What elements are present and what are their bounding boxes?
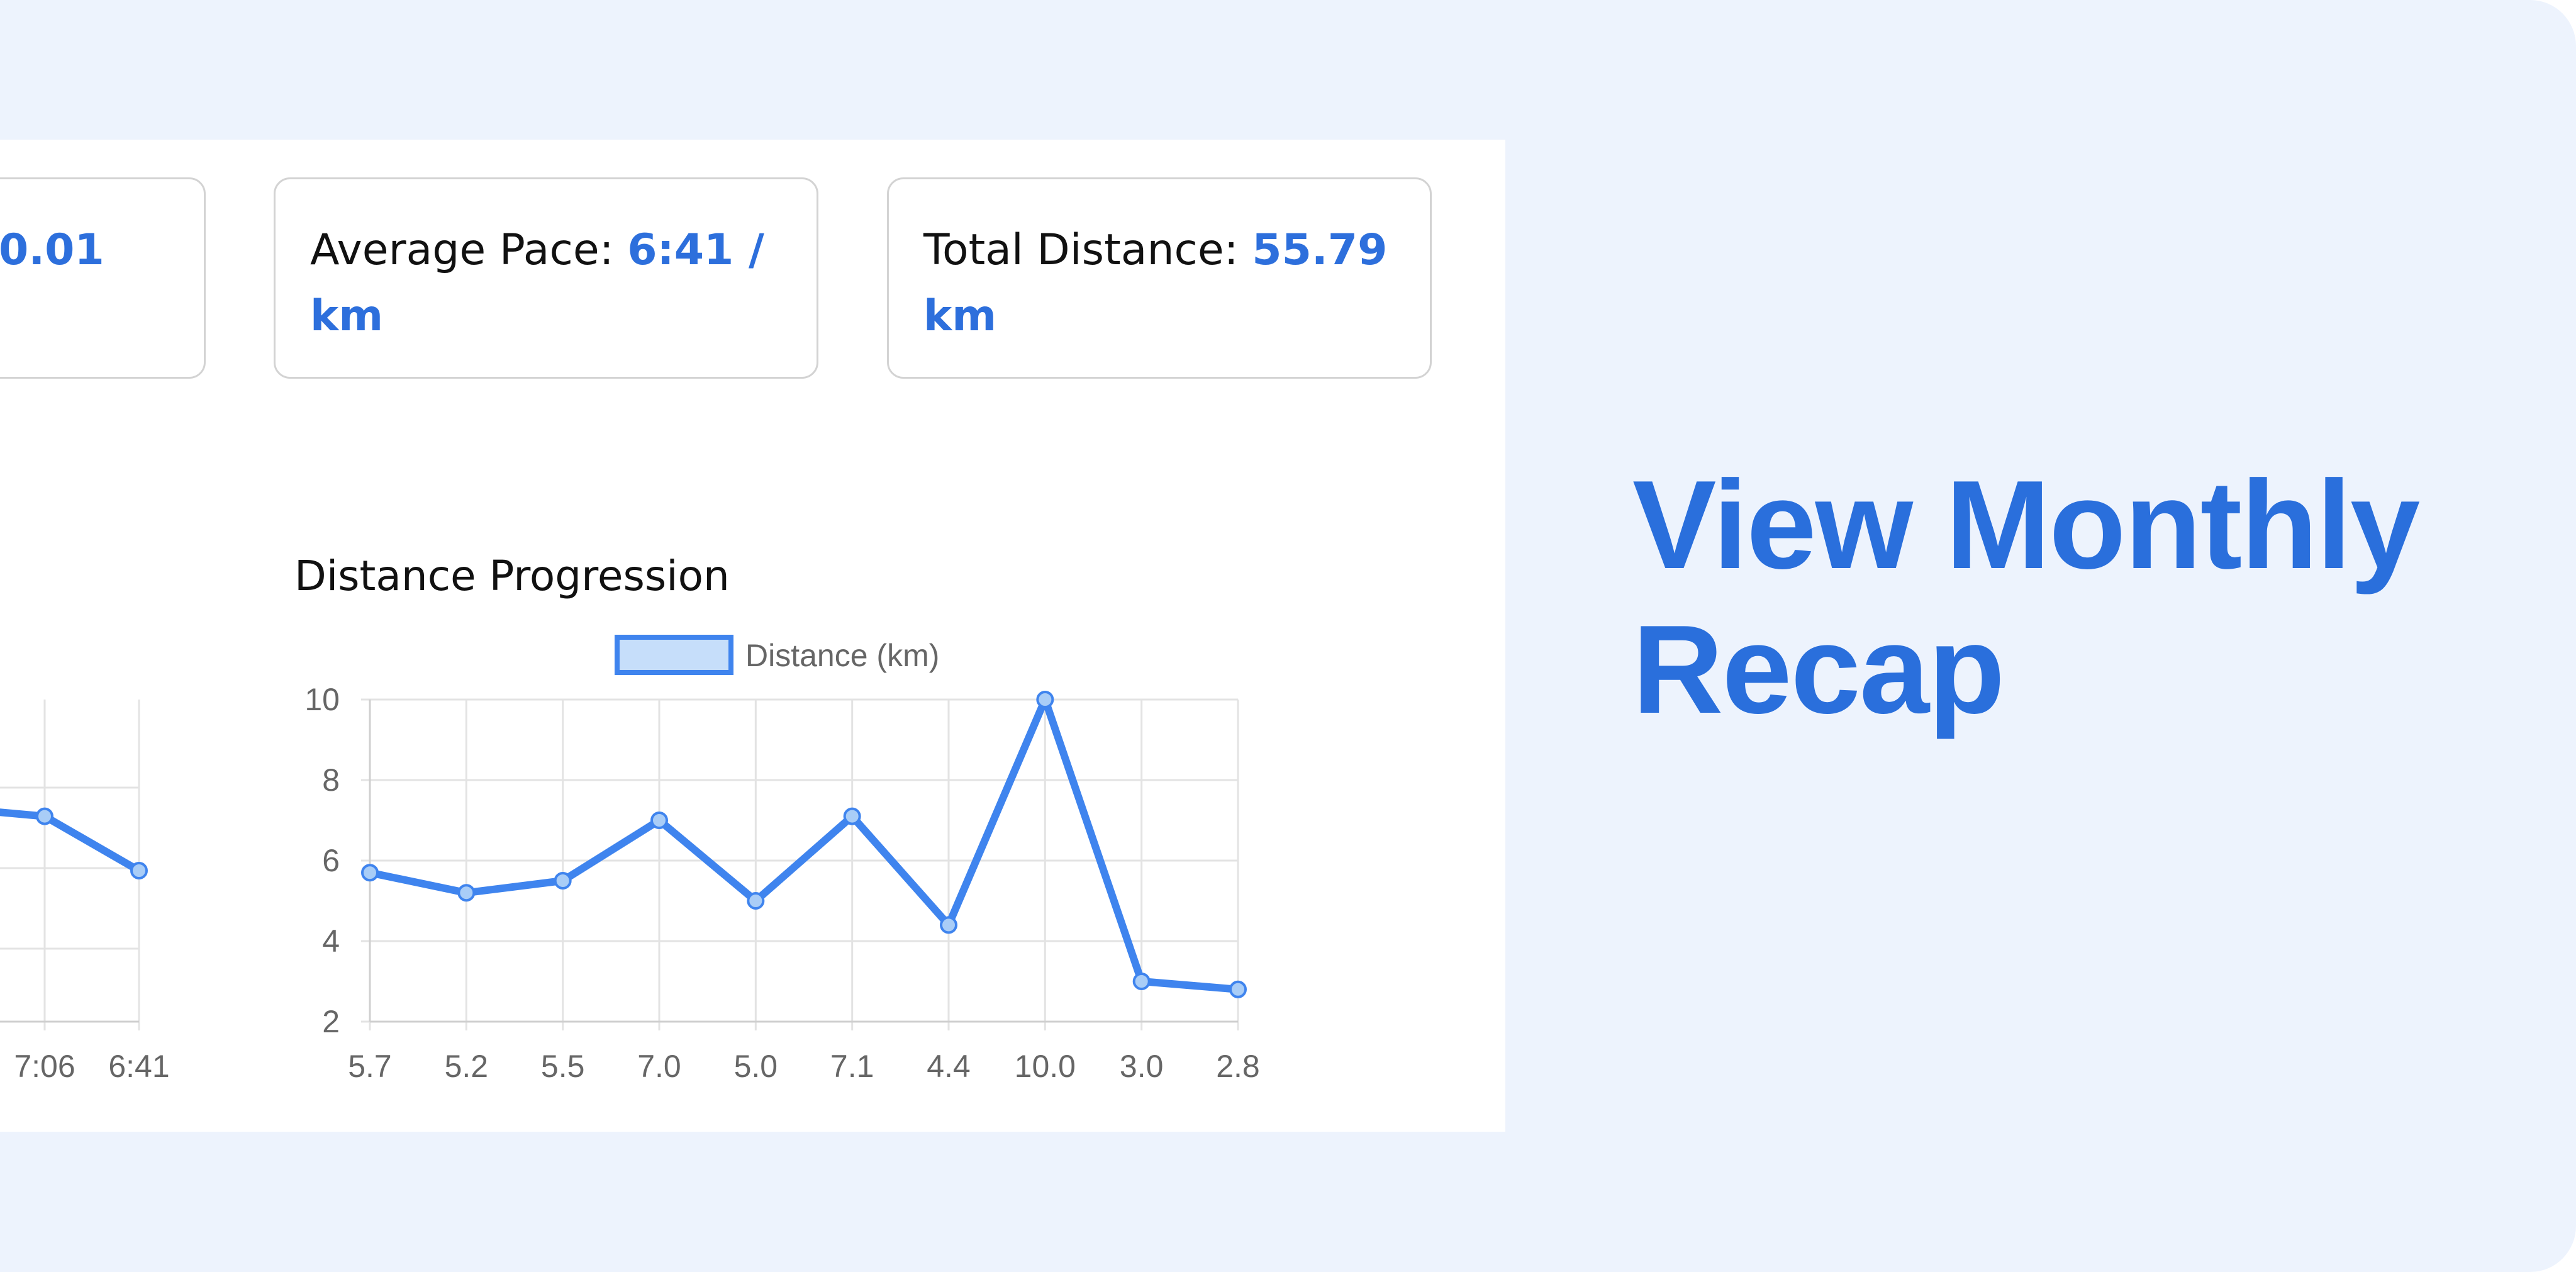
x-tick-label: 5.0 bbox=[734, 1049, 778, 1084]
x-tick-label: 7.0 bbox=[637, 1049, 681, 1084]
distance-data-point bbox=[457, 884, 476, 902]
distance-chart: 7:06 6:41 5.7 5.2 5.5 7.0 5.0 7.1 4.4 10.0 3.0 2.8… bbox=[0, 635, 1260, 1084]
x-tick-label: 7:06 bbox=[14, 1049, 75, 1084]
x-tick-label: 5.2 bbox=[445, 1049, 489, 1084]
x-tick-label: 7.1 bbox=[830, 1049, 874, 1084]
legend-label: Distance (km) bbox=[745, 638, 939, 673]
y-tick-label: 2 bbox=[322, 1004, 340, 1039]
distance-data-point bbox=[843, 807, 861, 825]
x-tick-label: 2.8 bbox=[1216, 1049, 1260, 1084]
chart-legend[interactable]: Distance (km) bbox=[615, 635, 939, 675]
distance-data-point bbox=[554, 872, 572, 890]
distance-data-point bbox=[747, 892, 765, 910]
distance-data-point bbox=[1229, 980, 1247, 998]
distance-progression-chart: 5.7 5.2 5.5 7.0 5.0 7.1 4.4 10.0 3.0 2.8 2 4 6 8 10 bbox=[304, 682, 1259, 1084]
x-tick-label: 5.5 bbox=[541, 1049, 585, 1084]
legend-swatch bbox=[615, 635, 733, 675]
x-tick-label: 10.0 bbox=[1015, 1049, 1076, 1084]
y-tick-label: 4 bbox=[322, 923, 340, 959]
dashboard-panel: 0.01 Average Pace: 6:41 / km Total Dista… bbox=[0, 140, 1505, 1132]
y-tick-label: 6 bbox=[322, 843, 340, 878]
x-tick-label: 5.7 bbox=[348, 1049, 392, 1084]
distance-data-point bbox=[361, 864, 379, 882]
pace-chart-partial: 7:06 6:41 bbox=[0, 700, 170, 1084]
frame: 0.01 Average Pace: 6:41 / km Total Dista… bbox=[0, 0, 2576, 1272]
distance-data-point bbox=[650, 812, 668, 829]
pace-data-point bbox=[36, 807, 53, 825]
x-tick-label: 3.0 bbox=[1120, 1049, 1164, 1084]
x-tick-label: 6:41 bbox=[108, 1049, 169, 1084]
distance-data-point bbox=[1132, 973, 1151, 990]
distance-data-point bbox=[940, 916, 957, 934]
pace-series-line bbox=[0, 808, 143, 874]
headline: View Monthly Recap bbox=[1632, 455, 2420, 740]
x-tick-label: 4.4 bbox=[927, 1049, 971, 1084]
y-tick-label: 10 bbox=[304, 682, 340, 717]
distance-data-point bbox=[1036, 691, 1054, 708]
distance-series-line bbox=[366, 696, 1242, 993]
pace-data-point bbox=[130, 862, 148, 879]
y-tick-label: 8 bbox=[322, 762, 340, 798]
